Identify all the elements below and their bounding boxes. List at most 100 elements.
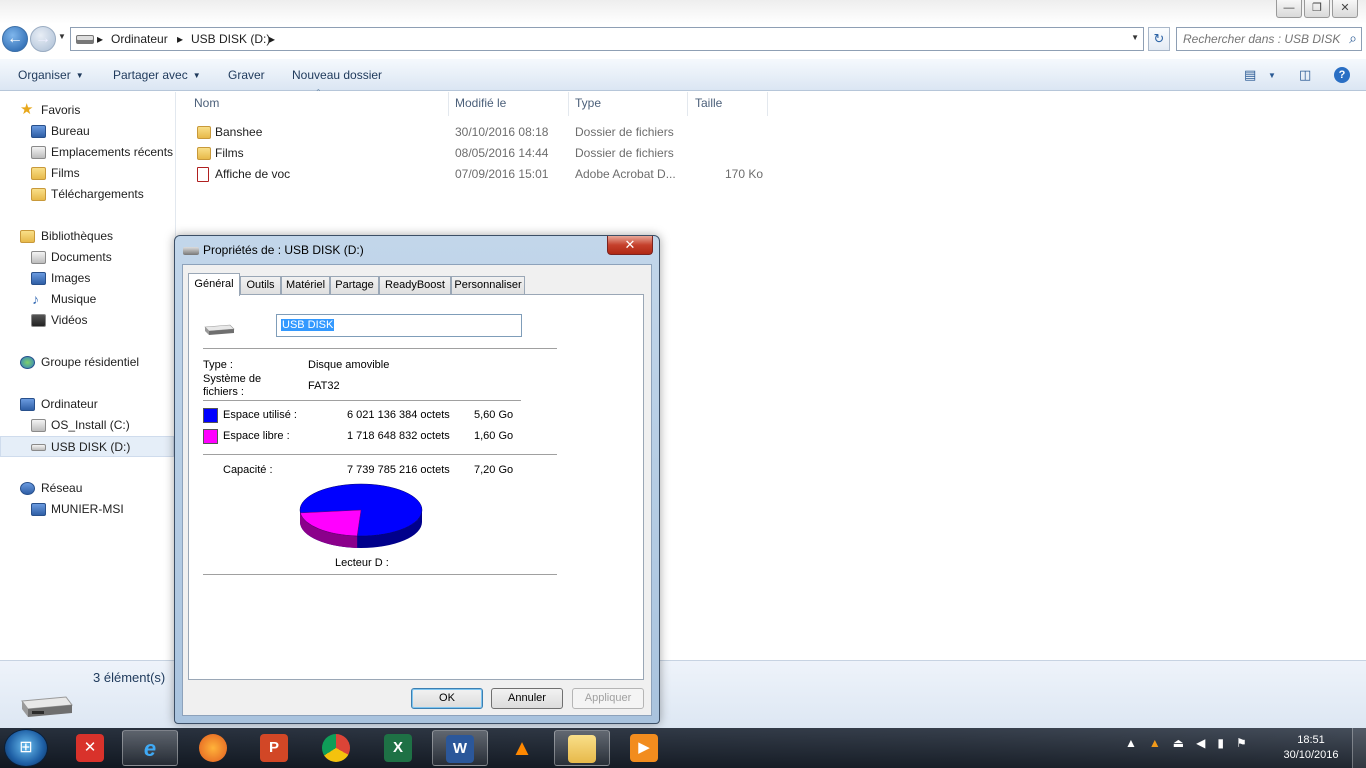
- sidebar-item-images[interactable]: Images: [0, 268, 174, 289]
- sidebar-item-favorites[interactable]: ★ Favoris: [0, 100, 174, 121]
- table-row[interactable]: Films 08/05/2016 14:44 Dossier de fichie…: [177, 143, 777, 164]
- sidebar-item-label: OS_Install (C:): [51, 418, 130, 432]
- tab-customize[interactable]: Personnaliser: [451, 276, 525, 295]
- sidebar-item-label: Bibliothèques: [41, 229, 114, 243]
- organize-menu[interactable]: Organiser ▼: [18, 68, 84, 82]
- column-header-name[interactable]: Nom: [194, 96, 219, 116]
- sidebar-item-homegroup[interactable]: Groupe résidentiel: [0, 352, 174, 373]
- tab-general[interactable]: Général: [188, 273, 240, 296]
- view-options-icon[interactable]: ▤: [1244, 67, 1256, 83]
- chevron-down-icon[interactable]: ▼: [1268, 71, 1276, 80]
- cancel-button[interactable]: Annuler: [491, 688, 563, 709]
- sidebar-item-usb-disk[interactable]: USB DISK (D:): [0, 436, 174, 457]
- taskbar-word[interactable]: W: [432, 730, 488, 766]
- star-icon: ★: [20, 101, 34, 118]
- crumb-separator[interactable]: ▸: [269, 32, 275, 46]
- usb-eject-icon[interactable]: ⏏: [1173, 736, 1184, 750]
- address-bar[interactable]: ▸ Ordinateur ▸ USB DISK (D:) ▸ ▼: [70, 27, 1144, 51]
- share-menu[interactable]: Partager avec ▼: [113, 68, 201, 82]
- taskbar-chrome[interactable]: [308, 730, 364, 766]
- sidebar-item-os-install[interactable]: OS_Install (C:): [0, 415, 174, 436]
- show-desktop-button[interactable]: [1352, 728, 1366, 768]
- taskbar-powerpoint[interactable]: P: [246, 730, 302, 766]
- file-modified: 30/10/2016 08:18: [455, 125, 549, 139]
- search-box[interactable]: ⌕: [1176, 27, 1362, 51]
- sidebar-item-videos[interactable]: Vidéos: [0, 310, 174, 331]
- breadcrumb-usb-disk[interactable]: USB DISK (D:): [191, 32, 270, 46]
- file-name: Films: [215, 146, 244, 160]
- sidebar-item-desktop[interactable]: Bureau: [0, 121, 174, 142]
- back-button[interactable]: ←: [2, 26, 28, 52]
- new-folder-button[interactable]: Nouveau dossier: [292, 68, 382, 82]
- tab-sharing[interactable]: Partage: [330, 276, 379, 295]
- column-divider[interactable]: [687, 92, 688, 116]
- action-center-icon[interactable]: ⚑: [1236, 736, 1247, 750]
- capacity-bytes: 7 739 785 216 octets: [347, 464, 450, 476]
- crumb-separator[interactable]: ▸: [177, 32, 183, 46]
- chevron-down-icon[interactable]: ▼: [1131, 33, 1139, 42]
- forward-button[interactable]: →: [30, 26, 56, 52]
- taskbar-excel[interactable]: X: [370, 730, 426, 766]
- sidebar-item-network[interactable]: Réseau: [0, 478, 174, 499]
- file-type: Adobe Acrobat D...: [575, 167, 676, 181]
- volume-icon[interactable]: ◀: [1196, 736, 1205, 750]
- tab-readyboost[interactable]: ReadyBoost: [379, 276, 451, 295]
- dialog-close-button[interactable]: ✕: [607, 236, 653, 255]
- tab-tools[interactable]: Outils: [240, 276, 281, 295]
- sidebar-item-computer[interactable]: Ordinateur: [0, 394, 174, 415]
- start-button[interactable]: ⊞: [4, 729, 48, 767]
- crumb-separator[interactable]: ▸: [97, 32, 103, 46]
- refresh-button[interactable]: ↻: [1148, 27, 1170, 51]
- ok-button[interactable]: OK: [411, 688, 483, 709]
- column-divider[interactable]: [448, 92, 449, 116]
- maximize-button[interactable]: ❐: [1304, 0, 1330, 18]
- column-divider[interactable]: [568, 92, 569, 116]
- sidebar-item-label: Musique: [51, 292, 97, 306]
- documents-icon: [31, 251, 46, 264]
- sidebar-item-recent-places[interactable]: Emplacements récents: [0, 142, 174, 163]
- preview-pane-icon[interactable]: ◫: [1299, 67, 1311, 83]
- search-input[interactable]: [1183, 28, 1341, 50]
- recent-pages-dropdown[interactable]: ▼: [58, 32, 66, 41]
- column-divider[interactable]: [767, 92, 768, 116]
- column-header-modified[interactable]: Modifié le: [455, 96, 506, 116]
- taskbar-xmind[interactable]: ✕: [62, 730, 118, 766]
- divider: [203, 348, 557, 349]
- taskbar-firefox[interactable]: [185, 730, 241, 766]
- sidebar-item-libraries[interactable]: Bibliothèques: [0, 226, 174, 247]
- breadcrumb-computer[interactable]: Ordinateur: [111, 32, 168, 46]
- used-space-label: Espace utilisé :: [223, 409, 297, 421]
- free-space-size: 1,60 Go: [474, 430, 514, 442]
- taskbar-explorer[interactable]: [554, 730, 610, 766]
- tab-hardware[interactable]: Matériel: [281, 276, 330, 295]
- search-icon[interactable]: ⌕: [1349, 30, 1357, 47]
- address-row: ← → ▼ ▸ Ordinateur ▸ USB DISK (D:) ▸ ▼ ↻…: [0, 24, 1366, 54]
- clock[interactable]: 18:51 30/10/2016: [1278, 733, 1344, 763]
- sidebar-item-munier-msi[interactable]: MUNIER-MSI: [0, 499, 174, 520]
- vlc-tray-icon[interactable]: ▲: [1149, 736, 1161, 750]
- volume-name-value: USB DISK: [281, 319, 335, 331]
- column-header-size[interactable]: Taille: [695, 96, 722, 116]
- dialog-title: Propriétés de : USB DISK (D:): [203, 243, 364, 257]
- taskbar-media-player[interactable]: ▶: [616, 730, 672, 766]
- volume-name-input[interactable]: USB DISK: [276, 314, 522, 337]
- taskbar-vlc[interactable]: ▲: [494, 730, 550, 766]
- apply-button[interactable]: Appliquer: [572, 688, 644, 709]
- table-row[interactable]: Affiche de voc 07/09/2016 15:01 Adobe Ac…: [177, 164, 777, 185]
- firefox-icon: [199, 734, 227, 762]
- network-signal-icon[interactable]: ▮: [1217, 736, 1224, 750]
- sidebar-item-documents[interactable]: Documents: [0, 247, 174, 268]
- sidebar-item-downloads[interactable]: Téléchargements: [0, 184, 174, 205]
- show-hidden-icons-icon[interactable]: ▲: [1125, 736, 1137, 750]
- minimize-button[interactable]: —: [1276, 0, 1302, 18]
- help-icon[interactable]: ?: [1334, 67, 1350, 83]
- sidebar-item-music[interactable]: ♪ Musique: [0, 289, 174, 310]
- capacity-size: 7,20 Go: [474, 464, 514, 476]
- column-header-type[interactable]: Type: [575, 96, 601, 116]
- close-window-button[interactable]: ✕: [1332, 0, 1358, 18]
- taskbar-internet-explorer[interactable]: e: [122, 730, 178, 766]
- sidebar-item-films[interactable]: Films: [0, 163, 174, 184]
- type-value: Disque amovible: [308, 359, 390, 371]
- burn-button[interactable]: Graver: [228, 68, 265, 82]
- table-row[interactable]: Banshee 30/10/2016 08:18 Dossier de fich…: [177, 122, 777, 143]
